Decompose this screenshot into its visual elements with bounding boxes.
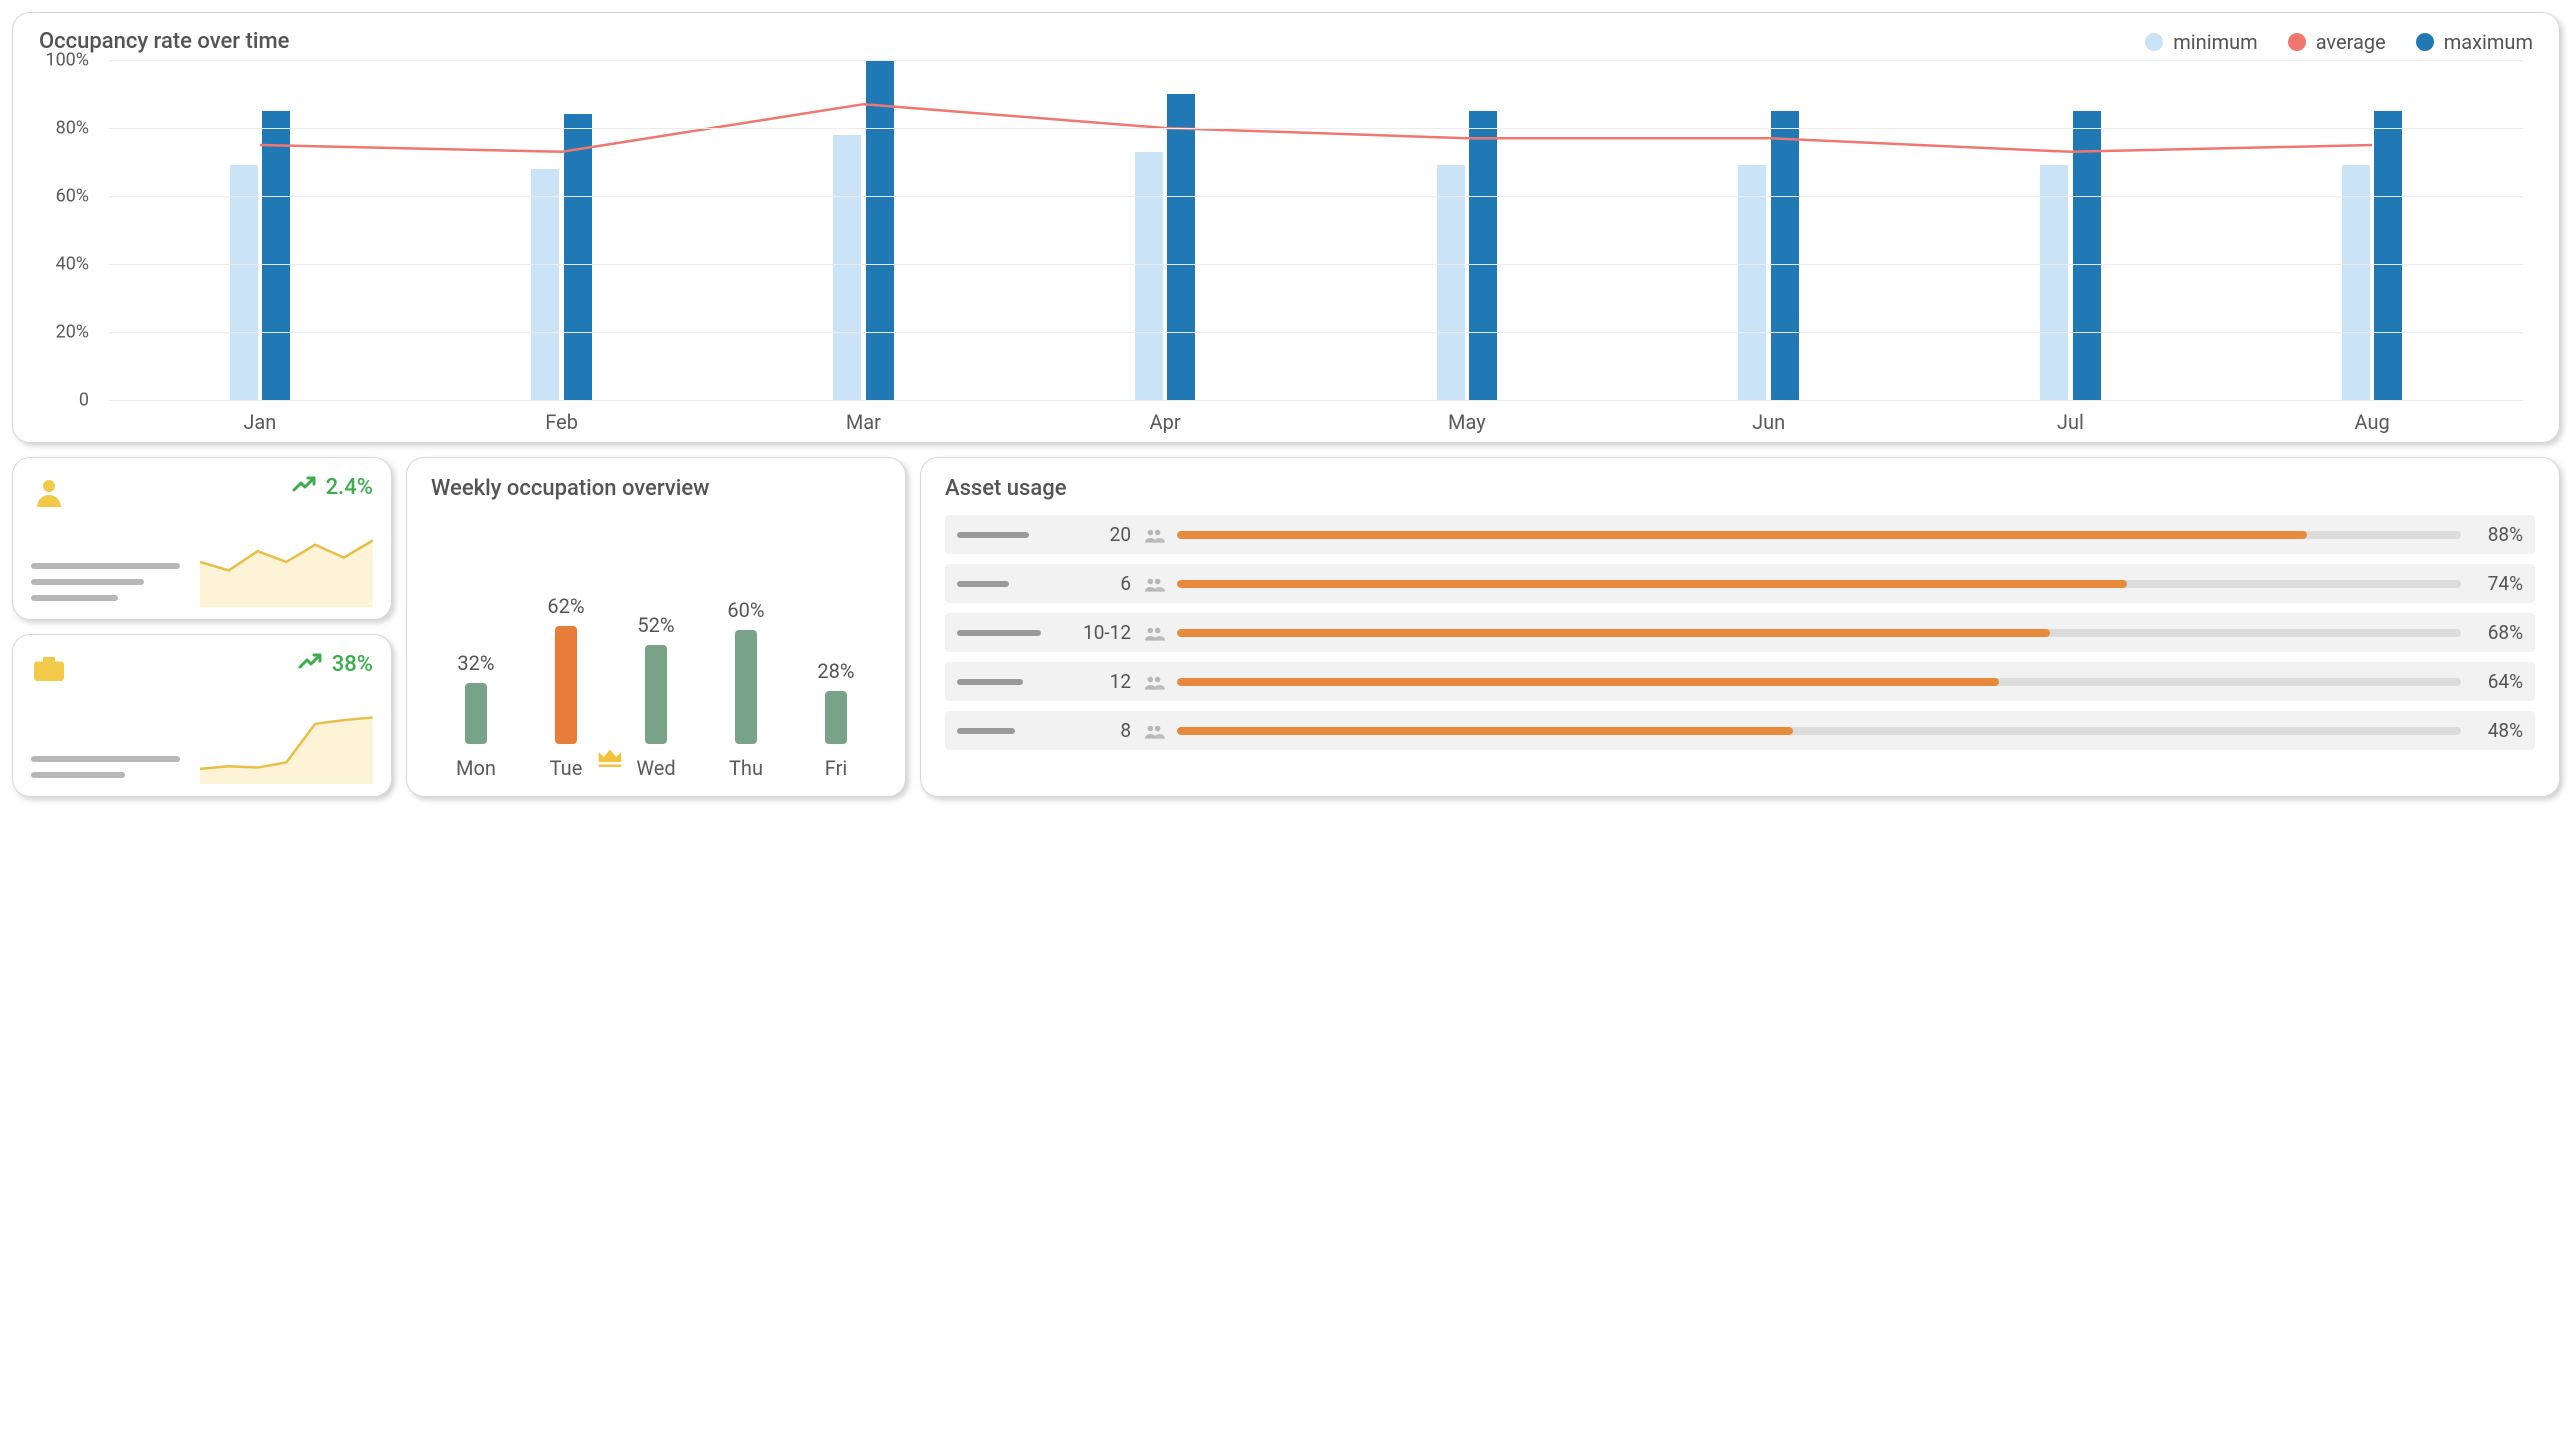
asset-capacity: 8 xyxy=(1079,719,1131,742)
asset-row[interactable]: 12 64% xyxy=(945,662,2535,701)
asset-row[interactable]: 20 88% xyxy=(945,515,2535,554)
weekly-column[interactable]: 52% Wed xyxy=(611,613,701,780)
people-group-icon xyxy=(1143,526,1165,544)
weekly-day-label: Wed xyxy=(636,756,675,780)
people-group-icon xyxy=(1143,722,1165,740)
mini-card-assets[interactable]: 38% xyxy=(12,634,392,797)
legend-minimum-label: minimum xyxy=(2173,30,2257,54)
asset-capacity: 10-12 xyxy=(1079,621,1131,644)
weekly-bar xyxy=(645,645,667,744)
weekly-day-label: Fri xyxy=(825,756,847,780)
y-tick: 20% xyxy=(39,322,99,343)
asset-usage-list: 20 88% 6 74% 10-12 68% 12 64% 8 48% xyxy=(945,515,2535,782)
legend-maximum-label: maximum xyxy=(2444,30,2533,54)
asset-usage-pct: 48% xyxy=(2473,719,2523,742)
legend-dot-average xyxy=(2288,33,2306,51)
asset-name-placeholder xyxy=(957,532,1067,538)
mini-cards-column: 2.4% xyxy=(12,457,392,797)
asset-usage-bar xyxy=(1177,678,2461,686)
x-label: Jan xyxy=(109,410,411,434)
asset-name-placeholder xyxy=(957,630,1067,636)
asset-usage-pct: 74% xyxy=(2473,572,2523,595)
asset-capacity: 12 xyxy=(1079,670,1131,693)
asset-row[interactable]: 10-12 68% xyxy=(945,613,2535,652)
legend-average[interactable]: average xyxy=(2288,30,2386,54)
mini-placeholder-lines xyxy=(31,756,188,784)
people-group-icon xyxy=(1143,624,1165,642)
weekly-bar xyxy=(465,683,487,744)
asset-usage-pct: 68% xyxy=(2473,621,2523,644)
mini-trend-people: 2.4% xyxy=(292,474,373,500)
x-label: Jun xyxy=(1618,410,1920,434)
weekly-bar xyxy=(735,630,757,744)
weekly-occupation-card: Weekly occupation overview 32% Mon 62% Tue 5… xyxy=(406,457,906,797)
asset-name-placeholder xyxy=(957,581,1067,587)
asset-row[interactable]: 8 48% xyxy=(945,711,2535,750)
y-tick: 40% xyxy=(39,254,99,275)
mini-trend-assets-value: 38% xyxy=(332,652,373,677)
weekly-day-label: Mon xyxy=(456,756,496,780)
weekly-chart: 32% Mon 62% Tue 52% Wed 60% Thu 28% Fri xyxy=(431,501,881,782)
asset-usage-bar xyxy=(1177,531,2461,539)
people-group-icon xyxy=(1143,673,1165,691)
x-label: Mar xyxy=(713,410,1015,434)
asset-capacity: 20 xyxy=(1079,523,1131,546)
weekly-bar xyxy=(555,626,577,744)
legend-minimum[interactable]: minimum xyxy=(2145,30,2257,54)
legend-dot-minimum xyxy=(2145,33,2163,51)
weekly-column[interactable]: 28% Fri xyxy=(791,659,881,780)
mini-sparkline-assets xyxy=(200,714,373,784)
legend-maximum[interactable]: maximum xyxy=(2416,30,2533,54)
asset-usage-pct: 88% xyxy=(2473,523,2523,546)
asset-usage-bar xyxy=(1177,727,2461,735)
asset-usage-bar xyxy=(1177,629,2461,637)
asset-usage-pct: 64% xyxy=(2473,670,2523,693)
y-tick: 60% xyxy=(39,186,99,207)
x-label: Jul xyxy=(1920,410,2222,434)
weekly-value: 62% xyxy=(547,594,584,618)
mini-sparkline-people xyxy=(200,537,373,607)
weekly-column[interactable]: 60% Thu xyxy=(701,598,791,780)
asset-row[interactable]: 6 74% xyxy=(945,564,2535,603)
mini-trend-people-value: 2.4% xyxy=(326,475,373,500)
weekly-column[interactable]: 62% Tue xyxy=(521,594,611,780)
asset-capacity: 6 xyxy=(1079,572,1131,595)
mini-trend-assets: 38% xyxy=(298,651,373,677)
asset-usage-title: Asset usage xyxy=(945,476,2535,501)
asset-name-placeholder xyxy=(957,728,1067,734)
mini-placeholder-lines xyxy=(31,563,188,607)
x-label: Aug xyxy=(2221,410,2523,434)
weekly-value: 32% xyxy=(457,651,494,675)
y-tick: 100% xyxy=(39,50,99,71)
weekly-value: 28% xyxy=(817,659,854,683)
legend-average-label: average xyxy=(2316,30,2386,54)
mini-card-people[interactable]: 2.4% xyxy=(12,457,392,620)
weekly-value: 60% xyxy=(727,598,764,622)
asset-usage-card: Asset usage 20 88% 6 74% 10-12 68% 12 64% 8 48% xyxy=(920,457,2560,797)
weekly-value: 52% xyxy=(637,613,674,637)
weekly-column[interactable]: 32% Mon xyxy=(431,651,521,780)
weekly-day-label: Tue xyxy=(550,756,583,780)
person-icon xyxy=(31,474,67,510)
x-label: May xyxy=(1316,410,1618,434)
x-label: Apr xyxy=(1014,410,1316,434)
x-label: Feb xyxy=(411,410,713,434)
occupancy-rate-card: Occupancy rate over time minimum average… xyxy=(12,12,2560,443)
y-tick: 0 xyxy=(39,390,99,411)
weekly-bar xyxy=(825,691,847,744)
people-group-icon xyxy=(1143,575,1165,593)
weekly-title: Weekly occupation overview xyxy=(431,476,881,501)
y-tick: 80% xyxy=(39,118,99,139)
briefcase-icon xyxy=(31,651,67,687)
occupancy-legend: minimum average maximum xyxy=(2145,30,2533,54)
legend-dot-maximum xyxy=(2416,33,2434,51)
asset-usage-bar xyxy=(1177,580,2461,588)
asset-name-placeholder xyxy=(957,679,1067,685)
weekly-day-label: Thu xyxy=(729,756,763,780)
trend-up-icon xyxy=(292,474,318,500)
trend-up-icon xyxy=(298,651,324,677)
occupancy-chart: 100%80%60%40%20%0 JanFebMarAprMayJunJulA… xyxy=(39,60,2533,430)
